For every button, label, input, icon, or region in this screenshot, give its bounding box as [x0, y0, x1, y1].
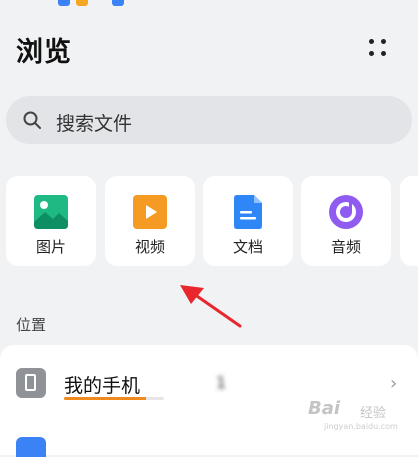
- search-placeholder: 搜索文件: [56, 113, 133, 135]
- status-app-icon: [58, 0, 70, 6]
- audio-icon: [329, 195, 363, 229]
- category-tile-partial[interactable]: [400, 176, 418, 266]
- more-options-icon[interactable]: [366, 36, 390, 60]
- category-label: 音频: [330, 238, 361, 256]
- category-images[interactable]: 图片: [6, 176, 96, 266]
- category-label: 图片: [35, 238, 66, 256]
- video-icon: [133, 195, 167, 229]
- watermark-sub: 经验: [360, 406, 387, 421]
- category-documents[interactable]: 文档: [203, 176, 293, 266]
- category-label: 视频: [134, 238, 165, 256]
- category-audio[interactable]: 音频: [301, 176, 391, 266]
- status-app-icon: [112, 0, 124, 6]
- chevron-right-icon: ›: [390, 373, 398, 394]
- storage-usage-fill: [64, 397, 146, 400]
- section-title-locations: 位置: [16, 316, 47, 334]
- watermark-logo: Bai 经验 jingyan.baidu.com: [304, 396, 416, 438]
- status-bar: [0, 0, 418, 10]
- watermark-brand: Bai: [308, 398, 341, 419]
- search-input[interactable]: 搜索文件: [6, 96, 412, 144]
- category-label: 文档: [232, 238, 263, 256]
- image-icon: [34, 195, 68, 229]
- storage-usage-bar: [64, 397, 164, 400]
- page-title: 浏览: [16, 37, 72, 68]
- search-icon: [23, 111, 41, 129]
- status-app-icon: [76, 0, 88, 6]
- annotation-arrow-icon: [180, 285, 242, 328]
- phone-icon: [16, 368, 46, 398]
- storage-usage-text: 1: [216, 373, 227, 392]
- watermark-url: jingyan.baidu.com: [324, 422, 398, 431]
- location-name: 我的手机: [64, 375, 141, 397]
- category-videos[interactable]: 视频: [105, 176, 195, 266]
- document-icon: [234, 195, 262, 229]
- folder-icon: [16, 437, 46, 457]
